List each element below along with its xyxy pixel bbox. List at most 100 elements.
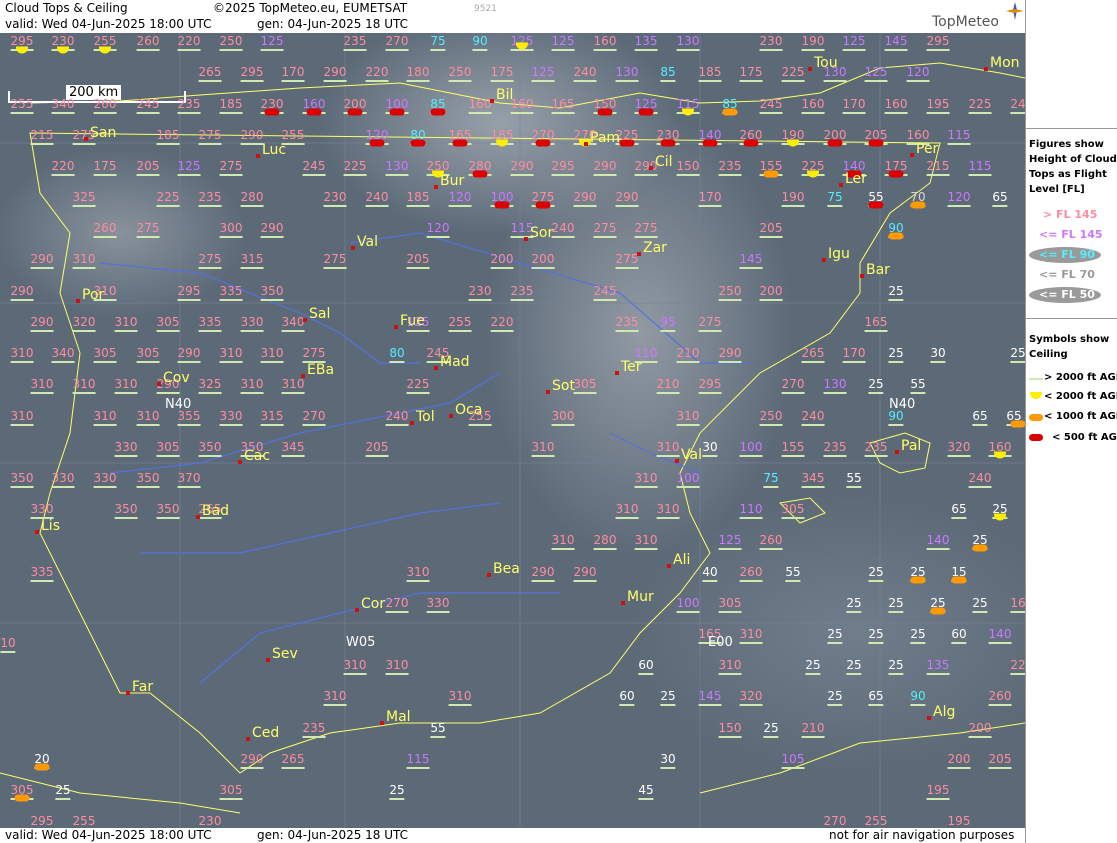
cloud-top-label: 190 (781, 190, 805, 207)
cloud-top-label: 115 (406, 752, 430, 769)
cloud-top-label: 195 (926, 783, 950, 800)
city-marker-icon (487, 573, 491, 577)
cloud-top-label: 30 (660, 752, 676, 769)
ceiling-orange-symbol (910, 576, 926, 584)
cloud-top-label: 240 (573, 65, 597, 82)
cloud-top-label: 65 (992, 190, 1008, 207)
cloud-top-label: 230 (323, 190, 347, 207)
cloud-top-label: 330 (114, 440, 138, 457)
cloud-top-label: 255 (281, 128, 305, 145)
cloud-top-label: 90 (910, 689, 926, 706)
cloud-top-label: 310 (656, 440, 680, 457)
cloud-top-label: 200 (490, 252, 514, 269)
cloud-top-label: 350 (114, 502, 138, 519)
legend-fl-le90: <= FL 90 (1039, 248, 1095, 261)
cloud-top-label: 225 (781, 65, 805, 82)
cloud-top-label: 290 (573, 565, 597, 582)
satellite-map[interactable]: 200 km 295 230 255 260 220 250 125 235 270 75 90 12… (0, 33, 1026, 831)
cloud-top-label: 120 (426, 221, 450, 238)
cloud-top-label: 215 (30, 128, 54, 145)
cloud-top-label: 25 (846, 658, 862, 675)
cloud-top-label: 350 (260, 284, 284, 301)
cloud-top-label: 25 (389, 783, 405, 800)
city-marker-icon (860, 274, 864, 278)
cloud-top-label: 350 (198, 440, 222, 457)
city-label: Ali (673, 552, 691, 568)
copyright-text: ©2025 TopMeteo.eu, EUMETSAT (213, 1, 408, 15)
map-lines (0, 33, 1025, 828)
cloud-top-label: 310 (739, 627, 763, 644)
cloud-top-label: 330 (240, 315, 264, 332)
cloud-top-label: 290 (510, 159, 534, 176)
city-label: Val (357, 234, 378, 250)
cloud-top-label: 110 (634, 346, 658, 363)
ceiling-orange-symbol (930, 607, 946, 615)
cloud-top-label: 185 (698, 65, 722, 82)
cloud-top-label: 310 (656, 502, 680, 519)
ceiling-red-symbol (264, 108, 280, 116)
city-marker-icon (126, 691, 130, 695)
cloud-top-label: 65 (972, 409, 988, 426)
cloud-top-label: 310 (634, 533, 658, 550)
cloud-top-label: 235 (510, 284, 534, 301)
city-marker-icon (434, 366, 438, 370)
cloud-top-label: 145 (739, 252, 763, 269)
city-label: Zar (643, 240, 667, 256)
cloud-top-label: 260 (93, 97, 117, 114)
cloud-top-label: 310 (406, 565, 430, 582)
city-label: Pal (901, 438, 922, 454)
city-label: Mad (440, 354, 470, 370)
cloud-top-label: 310 (448, 689, 472, 706)
city-label: Pam (590, 130, 621, 146)
cloud-top-label: 10 (0, 636, 16, 653)
cloud-top-label: 300 (551, 409, 575, 426)
cloud-top-label: 25 (888, 284, 904, 301)
city-label: Fue (400, 313, 425, 329)
grid-reference-label: N40 (165, 397, 192, 412)
cloud-top-label: 325 (72, 190, 96, 207)
cloud-top-label: 290 (323, 65, 347, 82)
cloud-top-label: 125 (864, 65, 888, 82)
ceiling-red-symbol (369, 139, 385, 147)
city-marker-icon (910, 153, 914, 157)
cloud-top-label: 160 (593, 34, 617, 51)
cloud-top-label: 310 (615, 502, 639, 519)
cloud-top-label: 175 (739, 65, 763, 82)
cloud-top-label: 300 (219, 221, 243, 238)
city-marker-icon (238, 460, 242, 464)
ceiling-orange-symbol (722, 108, 738, 116)
city-label: Far (132, 679, 154, 695)
cloud-top-label: 25 (888, 658, 904, 675)
cloud-top-label: 315 (240, 252, 264, 269)
cloud-top-label: 105 (781, 752, 805, 769)
ceiling-red-symbol (868, 139, 884, 147)
cloud-top-label: 65 (868, 689, 884, 706)
ceiling-red-symbol (702, 139, 718, 147)
cloud-top-label: 125 (531, 65, 555, 82)
cloud-top-label: 135 (634, 34, 658, 51)
cloud-top-label: 275 (323, 252, 347, 269)
cloud-top-label: 290 (593, 159, 617, 176)
cloud-top-label: 195 (947, 814, 971, 831)
cloud-top-label: 290 (240, 752, 264, 769)
cloud-top-label: 210 (656, 377, 680, 394)
cloud-top-label: 165 (551, 97, 575, 114)
city-label: Bea (493, 561, 520, 577)
city-label: Luc (262, 142, 287, 158)
cloud-top-label: 230 (468, 284, 492, 301)
cloud-top-label: 295 (240, 65, 264, 82)
city-label: Per (916, 141, 939, 157)
legend-figures-title-2: Height of Cloud (1029, 154, 1117, 165)
cloud-top-label: 180 (406, 65, 430, 82)
cloud-top-label: 345 (801, 471, 825, 488)
cloud-top-label: 170 (281, 65, 305, 82)
cloud-top-label: 270 (385, 34, 409, 51)
legend-panel: Figures show Height of Cloud Tops as Fli… (1025, 0, 1117, 843)
topmeteo-logo-text[interactable]: TopMeteo (932, 14, 999, 30)
cloud-top-label: 225 (343, 159, 367, 176)
cloud-top-label: 90 (472, 34, 488, 51)
city-marker-icon (584, 142, 588, 146)
legend-figures-title-3: Tops as Flight (1029, 169, 1107, 180)
legend-sym-lt1000: < 1000 ft AGL (1044, 411, 1117, 422)
city-label: Sor (530, 225, 554, 241)
